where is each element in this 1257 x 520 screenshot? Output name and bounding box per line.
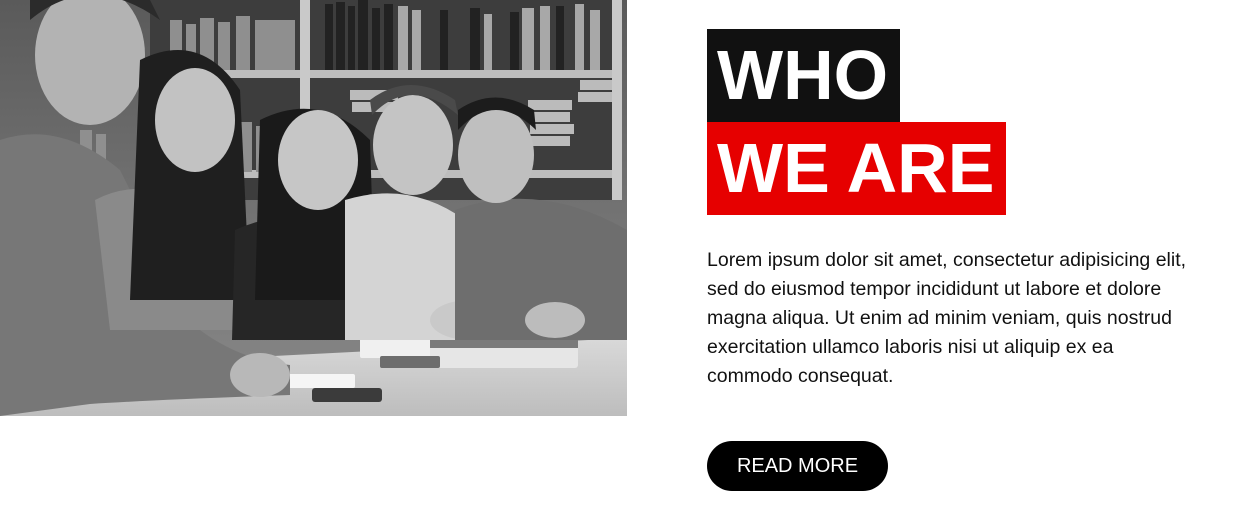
intro-paragraph: Lorem ipsum dolor sit amet, consectetur … [707,249,1187,387]
read-more-button[interactable]: READ MORE [707,441,888,491]
heading-who: WHO [707,29,901,122]
students-photo [0,0,627,416]
who-we-are-section: WHO WE ARE Lorem ipsum dolor sit amet, c… [0,0,1257,520]
heading-we-are: WE ARE [707,122,1007,215]
intro-panel: WHO WE ARE Lorem ipsum dolor sit amet, c… [707,29,1207,491]
students-photo-graphic [0,0,627,416]
heading-row-2: WE ARE [707,122,1207,215]
heading-row-1: WHO [707,29,1207,122]
